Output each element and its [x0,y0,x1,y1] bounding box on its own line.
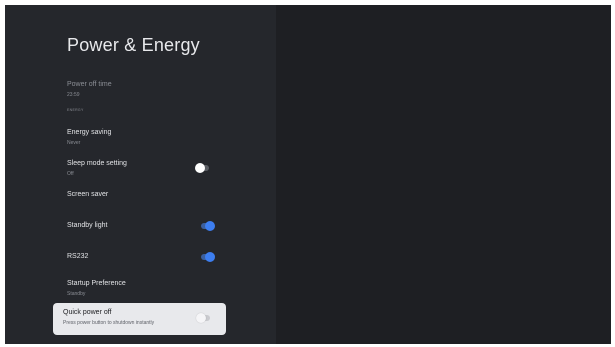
page-title: Power & Energy [67,35,200,55]
quick-power-off-item[interactable]: Quick power off Press power button to sh… [53,303,226,335]
toggle-knob [205,252,215,262]
energy-saving-value: Never [67,140,81,146]
standby-light-toggle[interactable] [200,221,215,231]
toggle-knob [205,221,215,231]
toggle-knob [195,163,205,173]
power-off-time-item[interactable]: Power off time 23:59 [67,80,227,99]
sleep-mode-toggle[interactable] [195,163,210,173]
section-header-energy: ENERGY [67,108,84,112]
quick-power-off-label: Quick power off [63,309,112,316]
power-off-time-value: 23:59 [67,92,80,98]
power-off-time-label: Power off time [67,81,112,88]
tv-screen: Power & Energy Power off time 23:59 ENER… [5,5,611,344]
screen-saver-label: Screen saver [67,191,109,198]
quick-power-off-toggle[interactable] [196,313,211,323]
quick-power-off-description: Press power button to shutdown instantly [63,320,155,326]
screen-saver-item[interactable]: Screen saver [67,190,227,199]
settings-panel: Power & Energy Power off time 23:59 ENER… [5,5,276,344]
rs232-toggle[interactable] [200,252,215,262]
startup-preference-label: Startup Preference [67,280,126,287]
energy-saving-label: Energy saving [67,129,112,136]
toggle-knob [196,313,206,323]
energy-saving-item[interactable]: Energy saving Never [67,128,227,147]
startup-preference-item[interactable]: Startup Preference Standby [67,279,227,298]
startup-preference-value: Standby [67,291,86,297]
